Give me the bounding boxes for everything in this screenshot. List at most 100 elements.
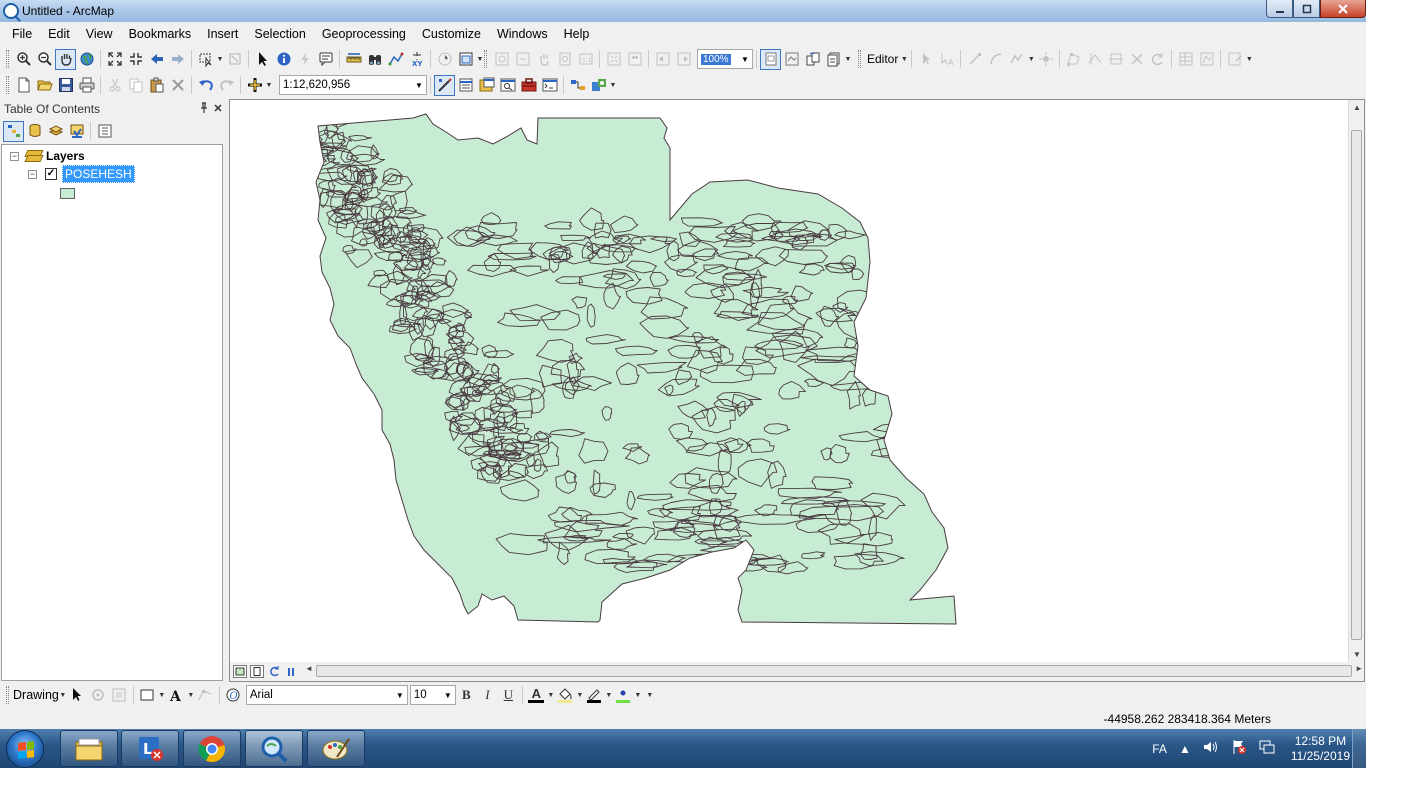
search-window-icon[interactable] [497, 75, 518, 96]
layout-zoom-out-icon[interactable] [512, 49, 533, 70]
layout-zoom-in-icon[interactable] [491, 49, 512, 70]
fixed-zoom-out-layout-icon[interactable] [624, 49, 645, 70]
chevron-down-icon[interactable]: ▼ [393, 691, 407, 700]
select-features-icon[interactable] [195, 49, 216, 70]
print-icon[interactable] [76, 75, 97, 96]
font-size-combo[interactable]: 10 ▼ [409, 685, 456, 705]
fill-color-bucket-icon[interactable] [555, 685, 576, 706]
pan-hand-icon[interactable] [55, 48, 76, 70]
arcmap-app-icon[interactable] [3, 3, 19, 19]
drawing-menu-button[interactable]: Drawing [13, 688, 59, 702]
paste-clipboard-icon[interactable] [146, 75, 167, 96]
layer-name[interactable]: POSEHESH [62, 165, 135, 183]
collapse-icon[interactable]: − [28, 169, 37, 179]
table-of-contents-icon[interactable] [455, 75, 476, 96]
chrome-icon[interactable] [183, 730, 241, 767]
show-desktop-button[interactable] [1352, 729, 1366, 768]
toolbar-options-icon[interactable]: ▼ [646, 692, 654, 699]
show-hidden-icons-icon[interactable]: ▲ [1179, 742, 1191, 756]
toolbar-grip[interactable] [858, 50, 861, 68]
new-document-icon[interactable] [13, 75, 34, 96]
zoom-100-percent-icon[interactable]: 1:1 [575, 49, 596, 70]
lync-icon[interactable]: L [121, 730, 179, 767]
bold-button[interactable]: B [456, 685, 477, 706]
create-features-icon[interactable] [1224, 49, 1245, 70]
maximize-icon[interactable] [1293, 0, 1320, 18]
go-to-xy-icon[interactable]: XY [406, 49, 427, 70]
font-color-button[interactable]: A [526, 685, 547, 706]
iran-outline-polygon[interactable] [284, 102, 957, 625]
chevron-down-icon[interactable]: ▼ [576, 692, 584, 699]
chevron-down-icon[interactable]: ▼ [187, 692, 195, 699]
scroll-down-icon[interactable]: ▼ [1349, 650, 1365, 659]
scroll-right-icon[interactable]: ► [1355, 664, 1363, 673]
line-color-pen-icon[interactable] [584, 685, 605, 706]
chevron-down-icon[interactable]: ▼ [547, 692, 555, 699]
map-scale-combo[interactable]: 1:12,620,956 ▼ [279, 75, 427, 95]
toolbar-grip[interactable] [484, 50, 487, 68]
data-frame-row[interactable]: − Layers [10, 147, 85, 165]
edit-vertices-drawing-icon[interactable] [195, 685, 216, 706]
paint-icon[interactable] [307, 730, 365, 767]
layout-zoom-combo[interactable]: 100% ▼ [697, 49, 753, 69]
delete-x-icon[interactable] [167, 75, 188, 96]
edit-vertices-icon[interactable] [1063, 49, 1084, 70]
chevron-down-icon[interactable]: ▼ [216, 56, 224, 63]
font-name-combo[interactable]: Arial ▼ [245, 685, 408, 705]
menu-bookmarks[interactable]: Bookmarks [121, 24, 200, 44]
layout-back-extent-icon[interactable] [652, 49, 673, 70]
editor-menu-button[interactable]: Editor [865, 52, 900, 66]
html-popup-icon[interactable] [315, 49, 336, 70]
save-disk-icon[interactable] [55, 75, 76, 96]
select-elements-arrow-icon[interactable] [252, 49, 273, 70]
copy-icon[interactable] [125, 75, 146, 96]
zoom-out-icon[interactable] [34, 49, 55, 70]
rectangle-tool-icon[interactable] [137, 685, 158, 706]
list-by-drawing-order-icon[interactable] [3, 120, 24, 142]
point-icon[interactable] [1035, 49, 1056, 70]
toolbar-options-icon[interactable]: ▼ [1245, 56, 1253, 63]
iran-polygons-map[interactable] [230, 100, 1349, 662]
redo-icon[interactable] [216, 75, 237, 96]
add-data-icon[interactable] [244, 75, 265, 96]
toolbar-options-icon[interactable]: ▼ [609, 82, 617, 89]
find-binoculars-icon[interactable] [364, 49, 385, 70]
rotate-tool-icon[interactable] [1147, 49, 1168, 70]
menu-customize[interactable]: Customize [414, 24, 489, 44]
chevron-down-icon[interactable]: ▼ [265, 82, 273, 89]
arctoolbox-icon[interactable] [518, 75, 539, 96]
vertical-scrollbar[interactable]: ▲ ▼ [1348, 100, 1364, 662]
horizontal-scrollbar[interactable]: ◄ ► [304, 664, 1364, 679]
arcmap-icon[interactable] [245, 730, 303, 767]
windows-explorer-icon[interactable] [60, 730, 118, 767]
full-extent-globe-icon[interactable] [76, 49, 97, 70]
layer-row[interactable]: − ✓ POSEHESH [28, 165, 135, 183]
minimize-icon[interactable] [1266, 0, 1293, 18]
menu-insert[interactable]: Insert [199, 24, 246, 44]
endpoint-arc-icon[interactable] [985, 49, 1006, 70]
hyperlink-lightning-icon[interactable] [294, 49, 315, 70]
chevron-down-icon[interactable]: ▼ [59, 692, 67, 699]
menu-windows[interactable]: Windows [489, 24, 556, 44]
reshape-feature-icon[interactable] [1084, 49, 1105, 70]
fixed-zoom-in-layout-icon[interactable] [603, 49, 624, 70]
data-view-icon[interactable] [233, 665, 247, 678]
menu-view[interactable]: View [78, 24, 121, 44]
action-center-flag-icon[interactable] [1231, 739, 1247, 758]
polygon-symbol-swatch[interactable] [60, 187, 75, 199]
menu-geoprocessing[interactable]: Geoprocessing [314, 24, 414, 44]
toolbar-grip[interactable] [6, 50, 9, 68]
layout-forward-extent-icon[interactable] [673, 49, 694, 70]
fixed-zoom-out-icon[interactable] [125, 49, 146, 70]
toolbar-grip[interactable] [6, 76, 9, 94]
arcgis-online-icon[interactable] [588, 75, 609, 96]
italic-button[interactable]: I [477, 685, 498, 706]
chevron-down-icon[interactable]: ▼ [158, 692, 166, 699]
list-by-selection-icon[interactable] [66, 121, 87, 142]
system-clock[interactable]: 12:58 PM 11/25/2019 [1291, 734, 1350, 764]
toggle-draft-mode-icon[interactable] [760, 48, 781, 70]
menu-edit[interactable]: Edit [40, 24, 78, 44]
go-forward-extent-icon[interactable] [167, 49, 188, 70]
select-elements-icon[interactable] [67, 685, 88, 706]
font-type-icon[interactable]: O [223, 685, 244, 706]
